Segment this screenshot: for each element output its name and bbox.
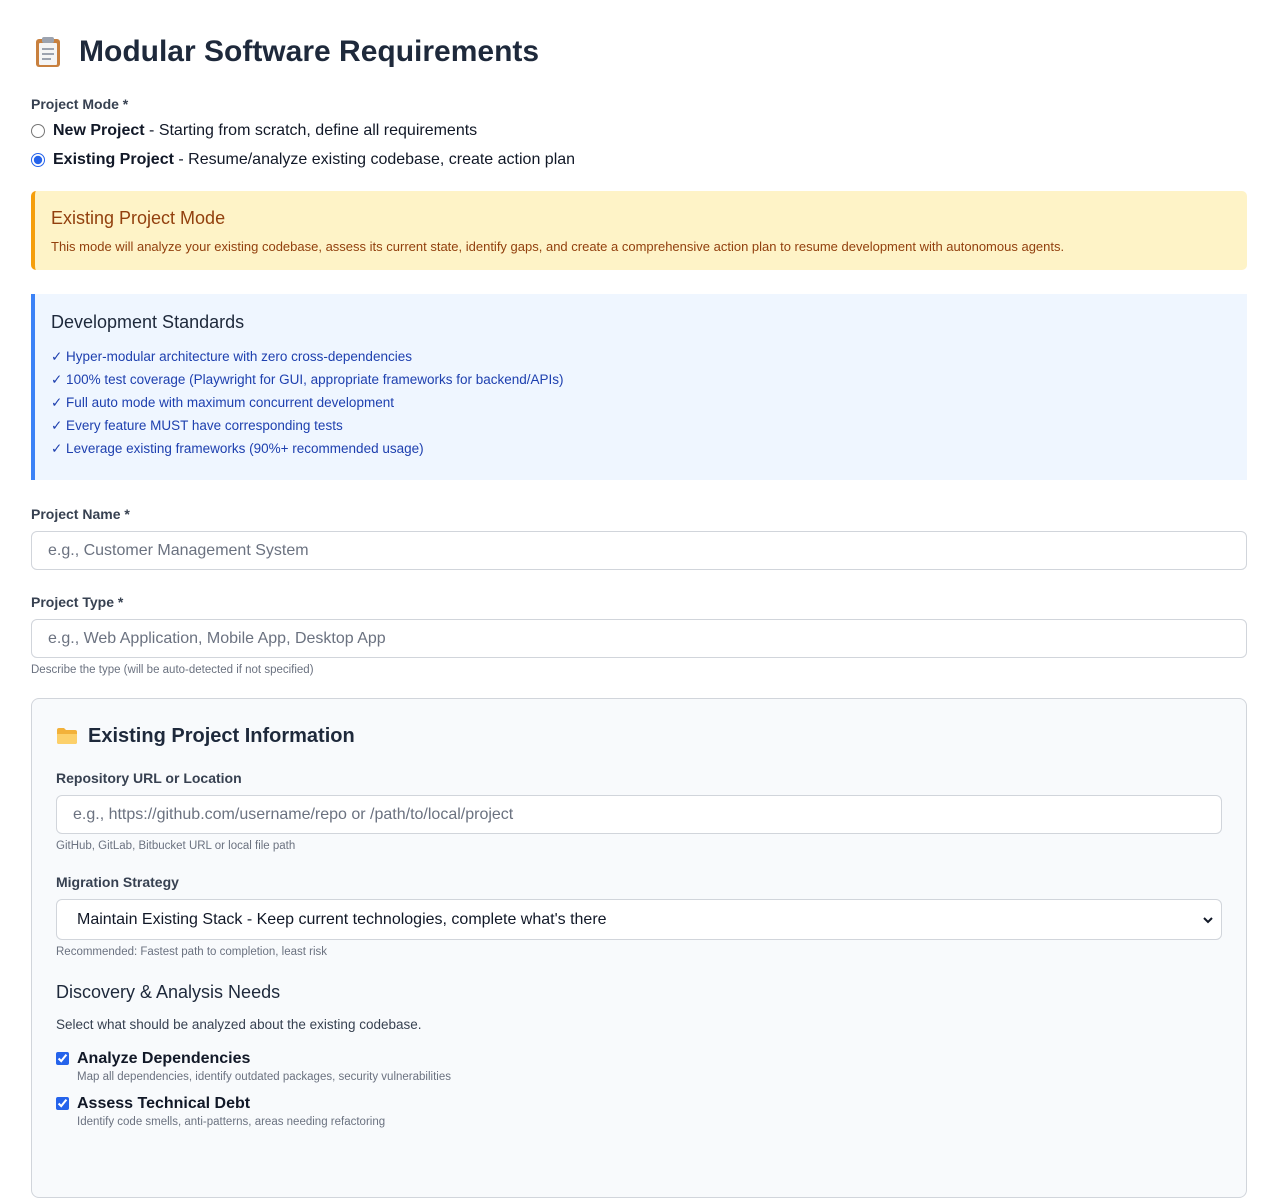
migration-strategy-value[interactable]: Maintain Existing Stack - Keep current t… <box>56 899 1222 940</box>
discovery-subtitle: Select what should be analyzed about the… <box>56 1017 422 1032</box>
standards-list: ✓ Hyper-modular architecture with zero c… <box>51 345 1229 460</box>
checkbox-analyze-dependencies-input[interactable] <box>56 1052 69 1065</box>
radio-existing-project-desc: - Resume/analyze existing codebase, crea… <box>173 151 576 168</box>
standards-item: ✓ 100% test coverage (Playwright for GUI… <box>51 372 564 387</box>
checkbox-assess-technical-debt-text: Assess Technical Debt Identify code smel… <box>77 1095 385 1128</box>
standards-title: Development Standards <box>51 312 245 332</box>
alert-text: This mode will analyze your existing cod… <box>51 239 1065 254</box>
project-type-hint: Describe the type (will be auto-detected… <box>31 664 314 676</box>
repo-hint: GitHub, GitLab, Bitbucket URL or local f… <box>56 840 296 852</box>
clipboard-icon <box>31 35 65 69</box>
folder-icon <box>56 727 80 747</box>
page-title-text: Modular Software Requirements <box>79 34 540 68</box>
radio-existing-project[interactable]: Existing Project - Resume/analyze existi… <box>31 151 1247 169</box>
page-title: Modular Software Requirements <box>31 0 1247 70</box>
repo-field: Repository URL or Location GitHub, GitLa… <box>56 770 1222 852</box>
existing-project-title: Existing Project Information <box>56 725 1222 748</box>
migration-hint: Recommended: Fastest path to completion,… <box>56 946 328 958</box>
requirements-form: Modular Software Requirements Project Mo… <box>0 0 1279 1198</box>
checkbox-assess-technical-debt-input[interactable] <box>56 1097 69 1110</box>
project-name-input[interactable] <box>31 531 1247 570</box>
repo-url-input[interactable] <box>56 795 1222 834</box>
project-type-label: Project Type * <box>31 594 124 610</box>
existing-project-section: Existing Project Information Repository … <box>31 698 1247 1198</box>
radio-new-project-desc: - Starting from scratch, define all requ… <box>144 122 478 139</box>
project-name-label: Project Name * <box>31 506 130 522</box>
radio-new-project-text: New Project - Starting from scratch, def… <box>53 122 477 140</box>
checkbox-assess-technical-debt[interactable]: Assess Technical Debt Identify code smel… <box>56 1095 1222 1128</box>
existing-project-title-text: Existing Project Information <box>88 725 355 747</box>
project-mode-label: Project Mode * <box>31 96 129 112</box>
radio-existing-project-name: Existing Project <box>53 151 174 168</box>
checkbox-description: Map all dependencies, identify outdated … <box>77 1071 451 1083</box>
chevron-down-icon[interactable] <box>1202 913 1214 925</box>
migration-label: Migration Strategy <box>56 874 179 890</box>
migration-strategy-select[interactable]: Maintain Existing Stack - Keep current t… <box>56 899 1222 940</box>
development-standards: Development Standards ✓ Hyper-modular ar… <box>31 294 1247 480</box>
standards-item: ✓ Every feature MUST have corresponding … <box>51 418 343 433</box>
repo-label: Repository URL or Location <box>56 770 242 786</box>
radio-new-project-name: New Project <box>53 122 145 139</box>
standards-item: ✓ Leverage existing frameworks (90%+ rec… <box>51 441 424 456</box>
checkbox-analyze-dependencies[interactable]: Analyze Dependencies Map all dependencie… <box>56 1050 1222 1083</box>
radio-existing-project-input[interactable] <box>31 153 45 167</box>
standards-item: ✓ Hyper-modular architecture with zero c… <box>51 349 412 364</box>
project-name-field: Project Name * <box>31 506 1247 570</box>
checkbox-analyze-dependencies-text: Analyze Dependencies Map all dependencie… <box>77 1050 451 1083</box>
alert-title: Existing Project Mode <box>51 208 226 228</box>
standards-item: ✓ Full auto mode with maximum concurrent… <box>51 395 394 410</box>
project-type-input[interactable] <box>31 619 1247 658</box>
existing-mode-alert: Existing Project Mode This mode will ana… <box>31 191 1247 270</box>
discovery-title: Discovery & Analysis Needs <box>56 982 281 1002</box>
radio-new-project[interactable]: New Project - Starting from scratch, def… <box>31 122 1247 140</box>
radio-existing-project-text: Existing Project - Resume/analyze existi… <box>53 151 575 169</box>
migration-field: Migration Strategy Maintain Existing Sta… <box>56 874 1222 958</box>
checkbox-label: Assess Technical Debt <box>77 1095 251 1112</box>
radio-new-project-input[interactable] <box>31 124 45 138</box>
checkbox-label: Analyze Dependencies <box>77 1050 251 1067</box>
checkbox-description: Identify code smells, anti-patterns, are… <box>77 1116 386 1128</box>
project-type-field: Project Type * Describe the type (will b… <box>31 594 1247 676</box>
